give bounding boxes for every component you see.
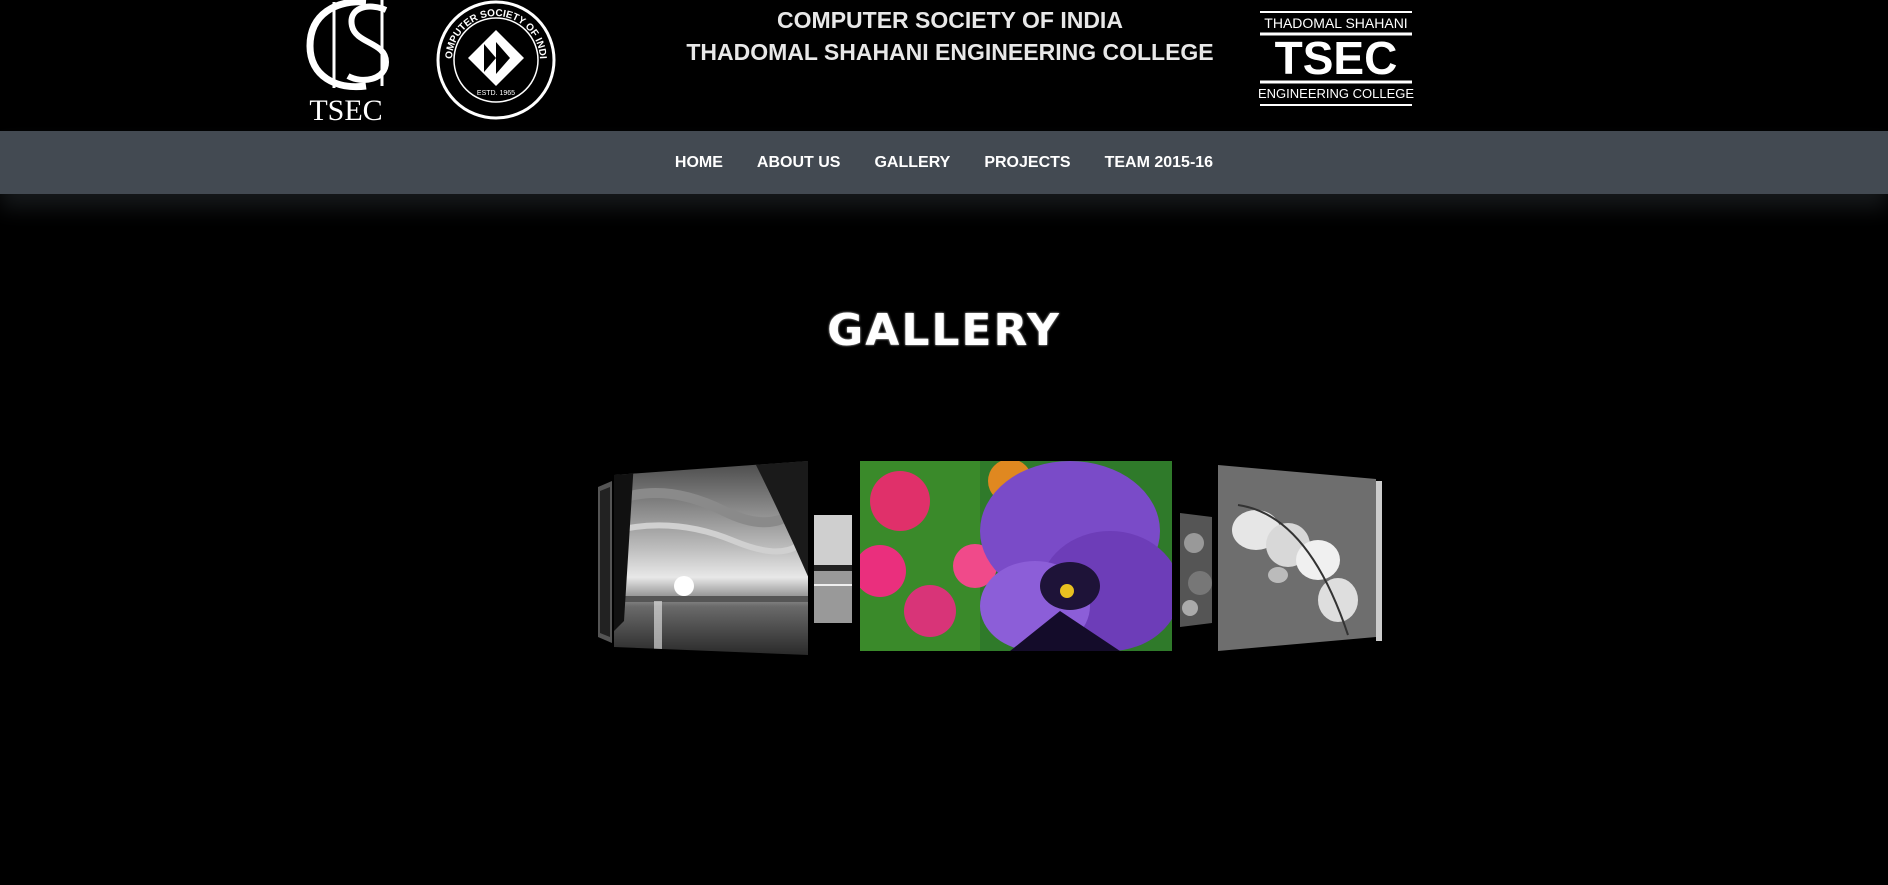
- gallery-slide-far-right[interactable]: [1376, 481, 1382, 641]
- header-title-line2: THADOMAL SHAHANI ENGINEERING COLLEGE: [686, 39, 1214, 65]
- site-header: TSEC COMPUTER SOCIETY OF INDIA ESTD. 196…: [0, 0, 1888, 131]
- gallery-slide-small-left[interactable]: [814, 515, 852, 623]
- gallery-slide-sunset[interactable]: [614, 461, 810, 655]
- nav-about-us[interactable]: ABOUT US: [740, 131, 858, 194]
- nav-projects[interactable]: PROJECTS: [967, 131, 1087, 194]
- tsec-logo-big-text: TSEC: [1275, 32, 1398, 84]
- gallery-slide-flower[interactable]: [860, 461, 1172, 651]
- gallery-slide-small-right[interactable]: [1180, 513, 1212, 627]
- gallery-slide-far-left[interactable]: [598, 481, 614, 643]
- csi-seal-logo: COMPUTER SOCIETY OF INDIA ESTD. 1965: [430, 0, 558, 120]
- gallery-carousel[interactable]: [590, 455, 1390, 655]
- seal-estd-text: ESTD. 1965: [477, 90, 515, 97]
- csi-tsec-logo: TSEC: [296, 0, 396, 127]
- tsec-logo-bottom-text: ENGINEERING COLLEGE: [1258, 86, 1414, 101]
- nav-team[interactable]: TEAM 2015-16: [1088, 131, 1231, 194]
- nav-gallery[interactable]: GALLERY: [857, 131, 967, 194]
- nav-home[interactable]: HOME: [658, 131, 740, 194]
- main-navbar: HOME ABOUT US GALLERY PROJECTS TEAM 2015…: [0, 131, 1888, 194]
- tsec-logo: THADOMAL SHAHANI TSEC ENGINEERING COLLEG…: [1258, 8, 1414, 110]
- header-title-line1: COMPUTER SOCIETY OF INDIA: [777, 7, 1123, 33]
- gallery-heading: GALLERY: [827, 305, 1061, 356]
- header-title: COMPUTER SOCIETY OF INDIA THADOMAL SHAHA…: [650, 4, 1250, 68]
- tsec-logo-small-text: THADOMAL SHAHANI: [1264, 15, 1407, 31]
- logo-tsec-text: TSEC: [309, 94, 382, 124]
- gallery-slide-orchid[interactable]: [1218, 465, 1376, 653]
